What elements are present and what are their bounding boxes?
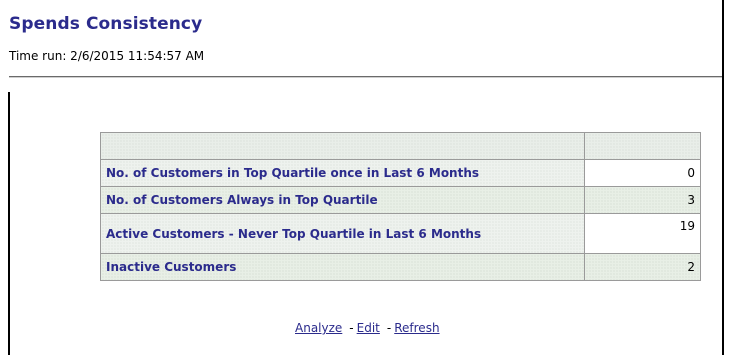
row-label: Inactive Customers (100, 253, 585, 281)
row-label: Active Customers - Never Top Quartile in… (100, 213, 585, 254)
title-divider (9, 76, 722, 78)
header-cell-label (100, 132, 585, 160)
refresh-link[interactable]: Refresh (394, 321, 439, 335)
analyze-link[interactable]: Analyze (295, 321, 342, 335)
page-margin (724, 0, 735, 355)
time-run-label: Time run: 2/6/2015 11:54:57 AM (9, 49, 205, 63)
header-cell-value (584, 132, 701, 160)
table-row: Active Customers - Never Top Quartile in… (100, 213, 701, 254)
report-frame: Spends Consistency Time run: 2/6/2015 11… (0, 0, 735, 355)
link-separator: - (386, 321, 392, 335)
row-value: 2 (584, 253, 701, 281)
table-row: No. of Customers in Top Quartile once in… (100, 159, 701, 187)
edit-link[interactable]: Edit (357, 321, 380, 335)
row-value: 19 (584, 213, 701, 254)
row-value: 3 (584, 186, 701, 214)
spends-consistency-table: No. of Customers in Top Quartile once in… (100, 132, 701, 281)
table-row: No. of Customers Always in Top Quartile … (100, 186, 701, 214)
panel-left-border (8, 92, 10, 355)
table-row: Inactive Customers 2 (100, 253, 701, 281)
row-label: No. of Customers Always in Top Quartile (100, 186, 585, 214)
report-links: Analyze - Edit - Refresh (295, 321, 440, 335)
link-separator: - (349, 321, 354, 335)
row-value: 0 (584, 159, 701, 187)
table-header-row (100, 132, 701, 160)
report-panel: Spends Consistency Time run: 2/6/2015 11… (0, 0, 724, 355)
panel-title: Spends Consistency (9, 14, 203, 34)
row-label: No. of Customers in Top Quartile once in… (100, 159, 585, 187)
